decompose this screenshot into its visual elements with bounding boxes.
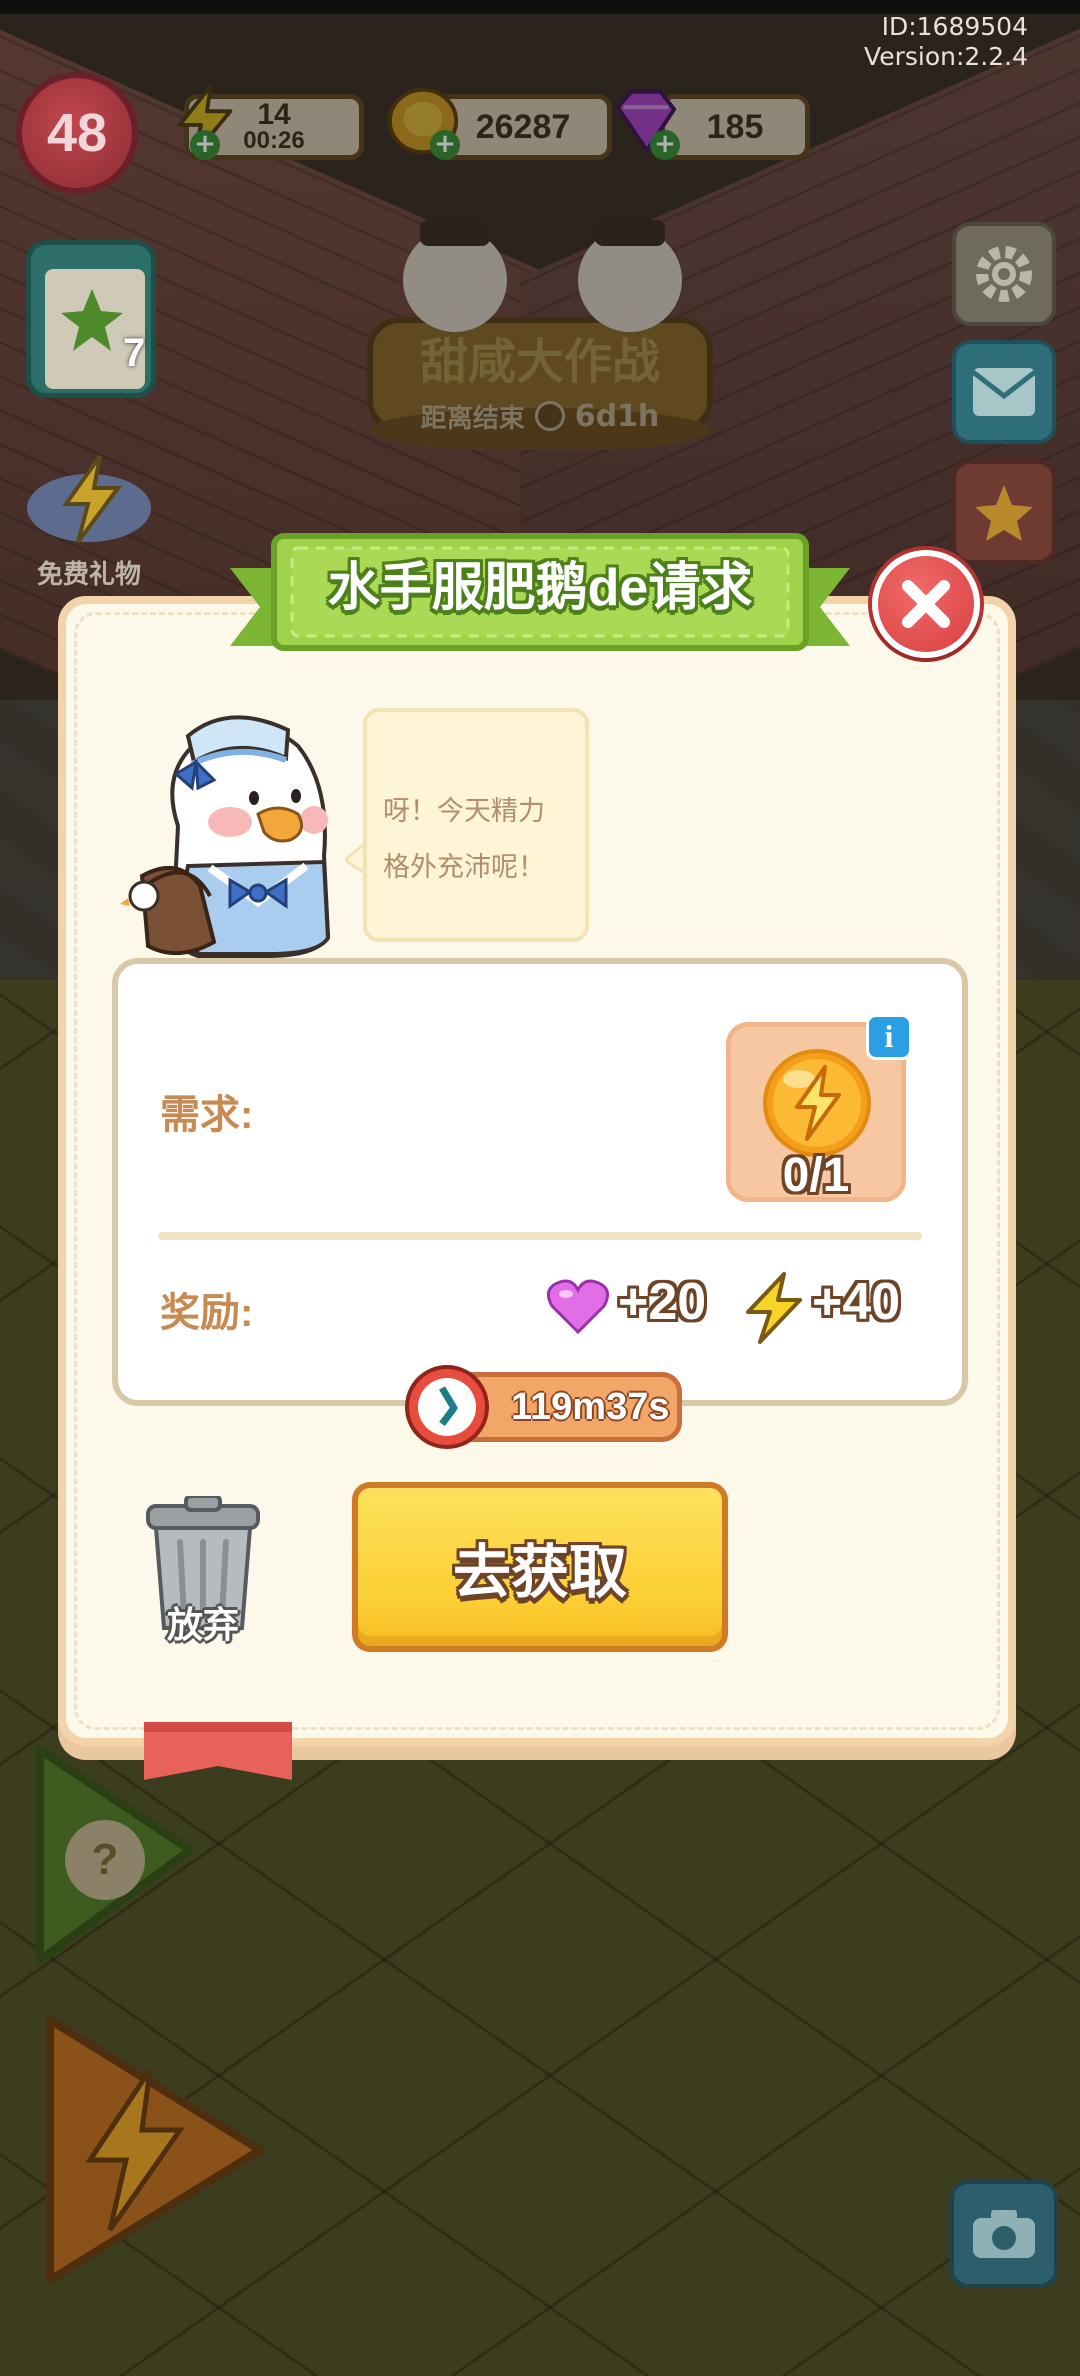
energy-timer: 00:26 <box>243 127 305 154</box>
mail-button[interactable] <box>952 340 1056 444</box>
envelope-icon <box>971 368 1037 416</box>
add-energy-button[interactable]: + <box>190 130 220 160</box>
settings-button[interactable] <box>952 222 1056 326</box>
clipboard-count: 7 <box>123 331 146 375</box>
coins-value: 26287 <box>475 107 571 146</box>
abandon-label[interactable]: 放弃 <box>148 1596 258 1648</box>
camera-icon <box>973 2210 1035 2258</box>
level-badge[interactable]: 48 <box>16 72 138 194</box>
add-gems-button[interactable]: + <box>650 130 680 160</box>
gear-icon <box>976 246 1032 302</box>
reward-energy-value: +40 <box>812 1273 901 1331</box>
medal-icon <box>975 485 1033 541</box>
add-coins-button[interactable]: + <box>430 130 460 160</box>
info-button[interactable]: i <box>866 1014 912 1060</box>
svg-text:?: ? <box>92 1835 119 1884</box>
heart-icon <box>546 1279 610 1334</box>
gems-value: 185 <box>706 107 764 146</box>
gift-bolt-icon <box>27 454 151 544</box>
energy-shortcut-button[interactable] <box>20 2000 270 2300</box>
star-sticker-icon <box>61 289 123 351</box>
task-clipboard-button[interactable]: 7 <box>26 240 156 398</box>
achievement-button[interactable] <box>952 460 1056 564</box>
timer-text: 119m37s <box>511 1386 670 1428</box>
speech-bubble: 呀！今天精力格外充沛呢！ <box>363 708 589 942</box>
speech-text: 呀！今天精力格外充沛呢！ <box>383 796 545 883</box>
requirement-label: 需求: <box>160 1093 254 1137</box>
go-get-label: 去获取 <box>452 1540 627 1605</box>
free-gift-button[interactable]: 免费礼物 <box>14 448 164 590</box>
energy-bolt-reward-icon <box>746 1272 802 1344</box>
reward-heart-value: +20 <box>618 1273 707 1331</box>
requirement-progress: 0/1 <box>782 1149 850 1202</box>
bookmark-ribbon <box>144 1722 292 1780</box>
energy-value: 14 <box>257 98 291 131</box>
dialog-title: 水手服肥鹅de请求 <box>327 559 753 617</box>
reward-label: 奖励: <box>160 1291 254 1335</box>
sailor-goose-character <box>120 715 331 958</box>
clock-icon <box>405 1365 489 1449</box>
free-gift-label: 免费礼物 <box>36 560 141 590</box>
camera-button[interactable] <box>950 2180 1058 2288</box>
close-icon <box>902 580 950 628</box>
version-label: Version:2.2.4 <box>864 42 1028 71</box>
close-button[interactable] <box>872 550 980 658</box>
energy-orb-icon <box>763 1049 871 1157</box>
player-id: ID:1689504 <box>881 12 1028 41</box>
gems-counter[interactable]: 185 <box>660 94 810 160</box>
go-get-button[interactable]: 去获取 <box>352 1482 728 1652</box>
divider <box>158 1232 922 1240</box>
